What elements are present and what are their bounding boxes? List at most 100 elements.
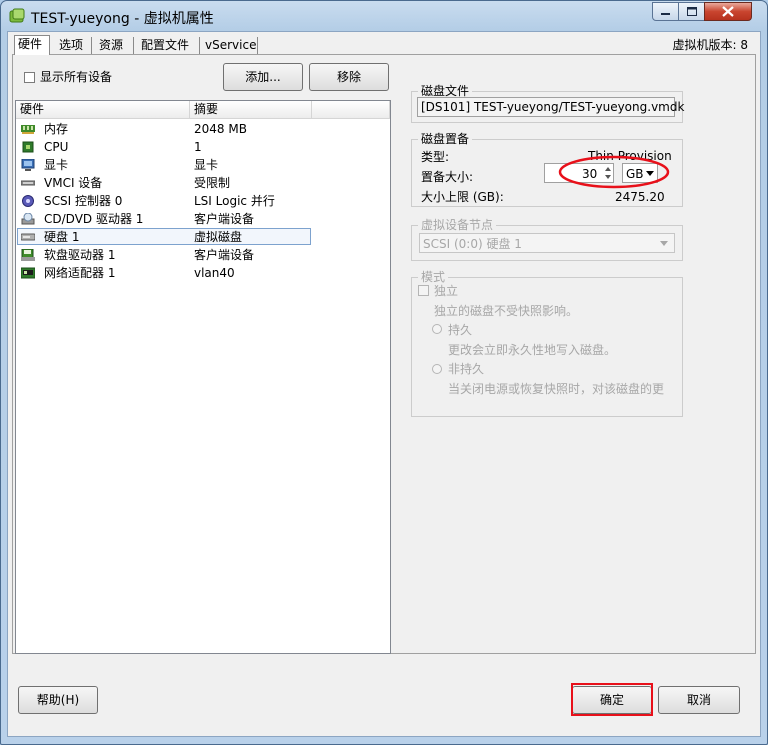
type-label: 类型:	[421, 150, 450, 164]
hardware-row-scsi[interactable]: SCSI 控制器 0 LSI Logic 并行	[16, 192, 390, 210]
disk-provisioning-legend: 磁盘置备	[418, 132, 473, 146]
tab-label: 资源	[99, 38, 124, 52]
cancel-button-label: 取消	[686, 693, 711, 707]
virtual-device-node-select[interactable]: SCSI (0:0) 硬盘 1	[419, 233, 675, 253]
independent-label: 独立	[434, 284, 459, 298]
add-button[interactable]: 添加...	[223, 63, 303, 91]
hardware-summary: vlan40	[194, 266, 235, 280]
hardware-row-cdrom[interactable]: CD/DVD 驱动器 1 客户端设备	[16, 210, 390, 228]
button-bar: 帮助(H) 确定 取消	[8, 660, 760, 736]
hardware-row-memory[interactable]: 内存 2048 MB	[16, 120, 390, 138]
virtual-device-node-legend: 虚拟设备节点	[418, 218, 497, 232]
column-summary-label: 摘要	[194, 102, 219, 116]
persistent-radio[interactable]	[432, 324, 442, 334]
column-summary[interactable]: 摘要	[190, 101, 312, 118]
hardware-row-cpu[interactable]: CPU 1	[16, 138, 390, 156]
max-size-label: 大小上限 (GB):	[421, 190, 504, 204]
size-label: 置备大小:	[421, 170, 474, 184]
close-icon	[722, 6, 734, 17]
hardware-summary: 显卡	[194, 158, 219, 172]
independent-checkbox[interactable]	[418, 285, 429, 296]
nonpersistent-label: 非持久	[448, 362, 485, 376]
hardware-summary: 1	[194, 140, 202, 154]
minimize-icon	[661, 13, 670, 15]
dialog-body: 硬件 选项 资源 配置文件 vService 虚拟机版本: 8 显示所有设备 添…	[7, 31, 761, 737]
hardware-row-network[interactable]: 网络适配器 1 vlan40	[16, 264, 390, 282]
hardware-name: 内存	[44, 122, 69, 136]
hardware-row-floppy[interactable]: 软盘驱动器 1 客户端设备	[16, 246, 390, 264]
hardware-summary: LSI Logic 并行	[194, 194, 275, 208]
persistent-description: 更改会立即永久性地写入磁盘。	[448, 343, 617, 357]
red-highlight-ellipse	[558, 155, 670, 189]
floppy-icon	[21, 249, 35, 261]
maximize-button[interactable]	[678, 2, 705, 21]
hardware-row-hard-disk[interactable]: 硬盘 1 虚拟磁盘	[16, 228, 390, 246]
tab-label: 配置文件	[141, 38, 190, 52]
tab-label: 硬件	[18, 37, 43, 51]
hard-disk-icon	[21, 233, 35, 241]
hardware-name: 软盘驱动器 1	[44, 248, 116, 262]
remove-button[interactable]: 移除	[309, 63, 389, 91]
tab-label: 选项	[59, 38, 84, 52]
hardware-name: SCSI 控制器 0	[44, 194, 123, 208]
disk-file-legend: 磁盘文件	[418, 84, 473, 98]
mode-legend: 模式	[418, 270, 449, 284]
column-hardware[interactable]: 硬件	[16, 101, 190, 118]
show-all-devices-checkbox[interactable]	[24, 72, 35, 83]
virtual-device-node-group: 虚拟设备节点 SCSI (0:0) 硬盘 1	[411, 218, 683, 261]
disk-file-group: 磁盘文件 [DS101] TEST-yueyong/TEST-yueyong.v…	[411, 84, 684, 123]
vm-icon	[9, 8, 25, 23]
memory-icon	[21, 125, 35, 134]
hardware-name: 显卡	[44, 158, 69, 172]
title-bar[interactable]: TEST-yueyong - 虚拟机属性	[1, 1, 767, 31]
video-card-icon	[21, 159, 35, 171]
tab-resources[interactable]: 资源	[96, 37, 134, 54]
scsi-icon	[22, 195, 34, 207]
mode-group: 模式 独立 独立的磁盘不受快照影响。 持久 更改会立即永久性地写入磁盘。 非持久…	[411, 270, 683, 417]
hardware-summary: 2048 MB	[194, 122, 247, 136]
close-button[interactable]	[704, 2, 752, 21]
window-title: TEST-yueyong - 虚拟机属性	[31, 11, 214, 27]
hardware-summary: 受限制	[194, 176, 231, 190]
hardware-summary: 客户端设备	[194, 212, 255, 226]
nonpersistent-description: 当关闭电源或恢复快照时，对该磁盘的更	[448, 382, 665, 396]
hardware-summary: 虚拟磁盘	[194, 230, 243, 244]
show-all-devices-label: 显示所有设备	[40, 70, 113, 84]
list-header: 硬件 摘要	[16, 101, 390, 119]
virtual-device-node-value: SCSI (0:0) 硬盘 1	[423, 237, 522, 251]
tab-profiles[interactable]: 配置文件	[138, 37, 200, 54]
cancel-button[interactable]: 取消	[658, 686, 740, 714]
persistent-label: 持久	[448, 323, 473, 337]
help-button-label: 帮助(H)	[36, 693, 80, 707]
column-filler	[312, 101, 390, 118]
hardware-list[interactable]: 硬件 摘要 内存 2048 MB CPU 1 显卡 显卡 VMCI 设备 受限制…	[15, 100, 391, 654]
hardware-row-video-card[interactable]: 显卡 显卡	[16, 156, 390, 174]
cpu-icon	[22, 141, 34, 153]
tab-vservice[interactable]: vService	[202, 37, 258, 54]
disk-provisioning-group: 磁盘置备 类型: Thin Provision 置备大小: 30 GB 大小上限…	[411, 132, 683, 207]
hardware-name: CD/DVD 驱动器 1	[44, 212, 144, 226]
vm-version: 虚拟机版本: 8	[672, 38, 749, 52]
hardware-row-vmci[interactable]: VMCI 设备 受限制	[16, 174, 390, 192]
help-button[interactable]: 帮助(H)	[18, 686, 98, 714]
ok-highlight-box	[571, 683, 653, 716]
cdrom-icon	[21, 213, 35, 225]
vmci-icon	[21, 180, 35, 186]
column-hardware-label: 硬件	[20, 102, 45, 116]
independent-description: 独立的磁盘不受快照影响。	[434, 304, 579, 318]
network-icon	[21, 267, 35, 279]
hardware-name: CPU	[44, 140, 69, 154]
minimize-button[interactable]	[652, 2, 679, 21]
hardware-name: 网络适配器 1	[44, 266, 116, 280]
tab-hardware[interactable]: 硬件	[14, 35, 50, 55]
disk-file-field[interactable]: [DS101] TEST-yueyong/TEST-yueyong.vmdk	[417, 97, 684, 117]
hardware-summary: 客户端设备	[194, 248, 255, 262]
hardware-name: VMCI 设备	[44, 176, 103, 190]
tab-label: vService	[205, 38, 257, 52]
properties-window: TEST-yueyong - 虚拟机属性 硬件 选项 资源 配置文件 vServ…	[0, 0, 768, 745]
disk-file-path: [DS101] TEST-yueyong/TEST-yueyong.vmdk	[421, 100, 685, 114]
nonpersistent-radio[interactable]	[432, 364, 442, 374]
hardware-name: 硬盘 1	[44, 230, 80, 244]
hardware-tab-page: 显示所有设备 添加... 移除 硬件 摘要 内存 2048 MB CPU 1 显…	[12, 54, 756, 654]
tab-options[interactable]: 选项	[56, 37, 92, 54]
